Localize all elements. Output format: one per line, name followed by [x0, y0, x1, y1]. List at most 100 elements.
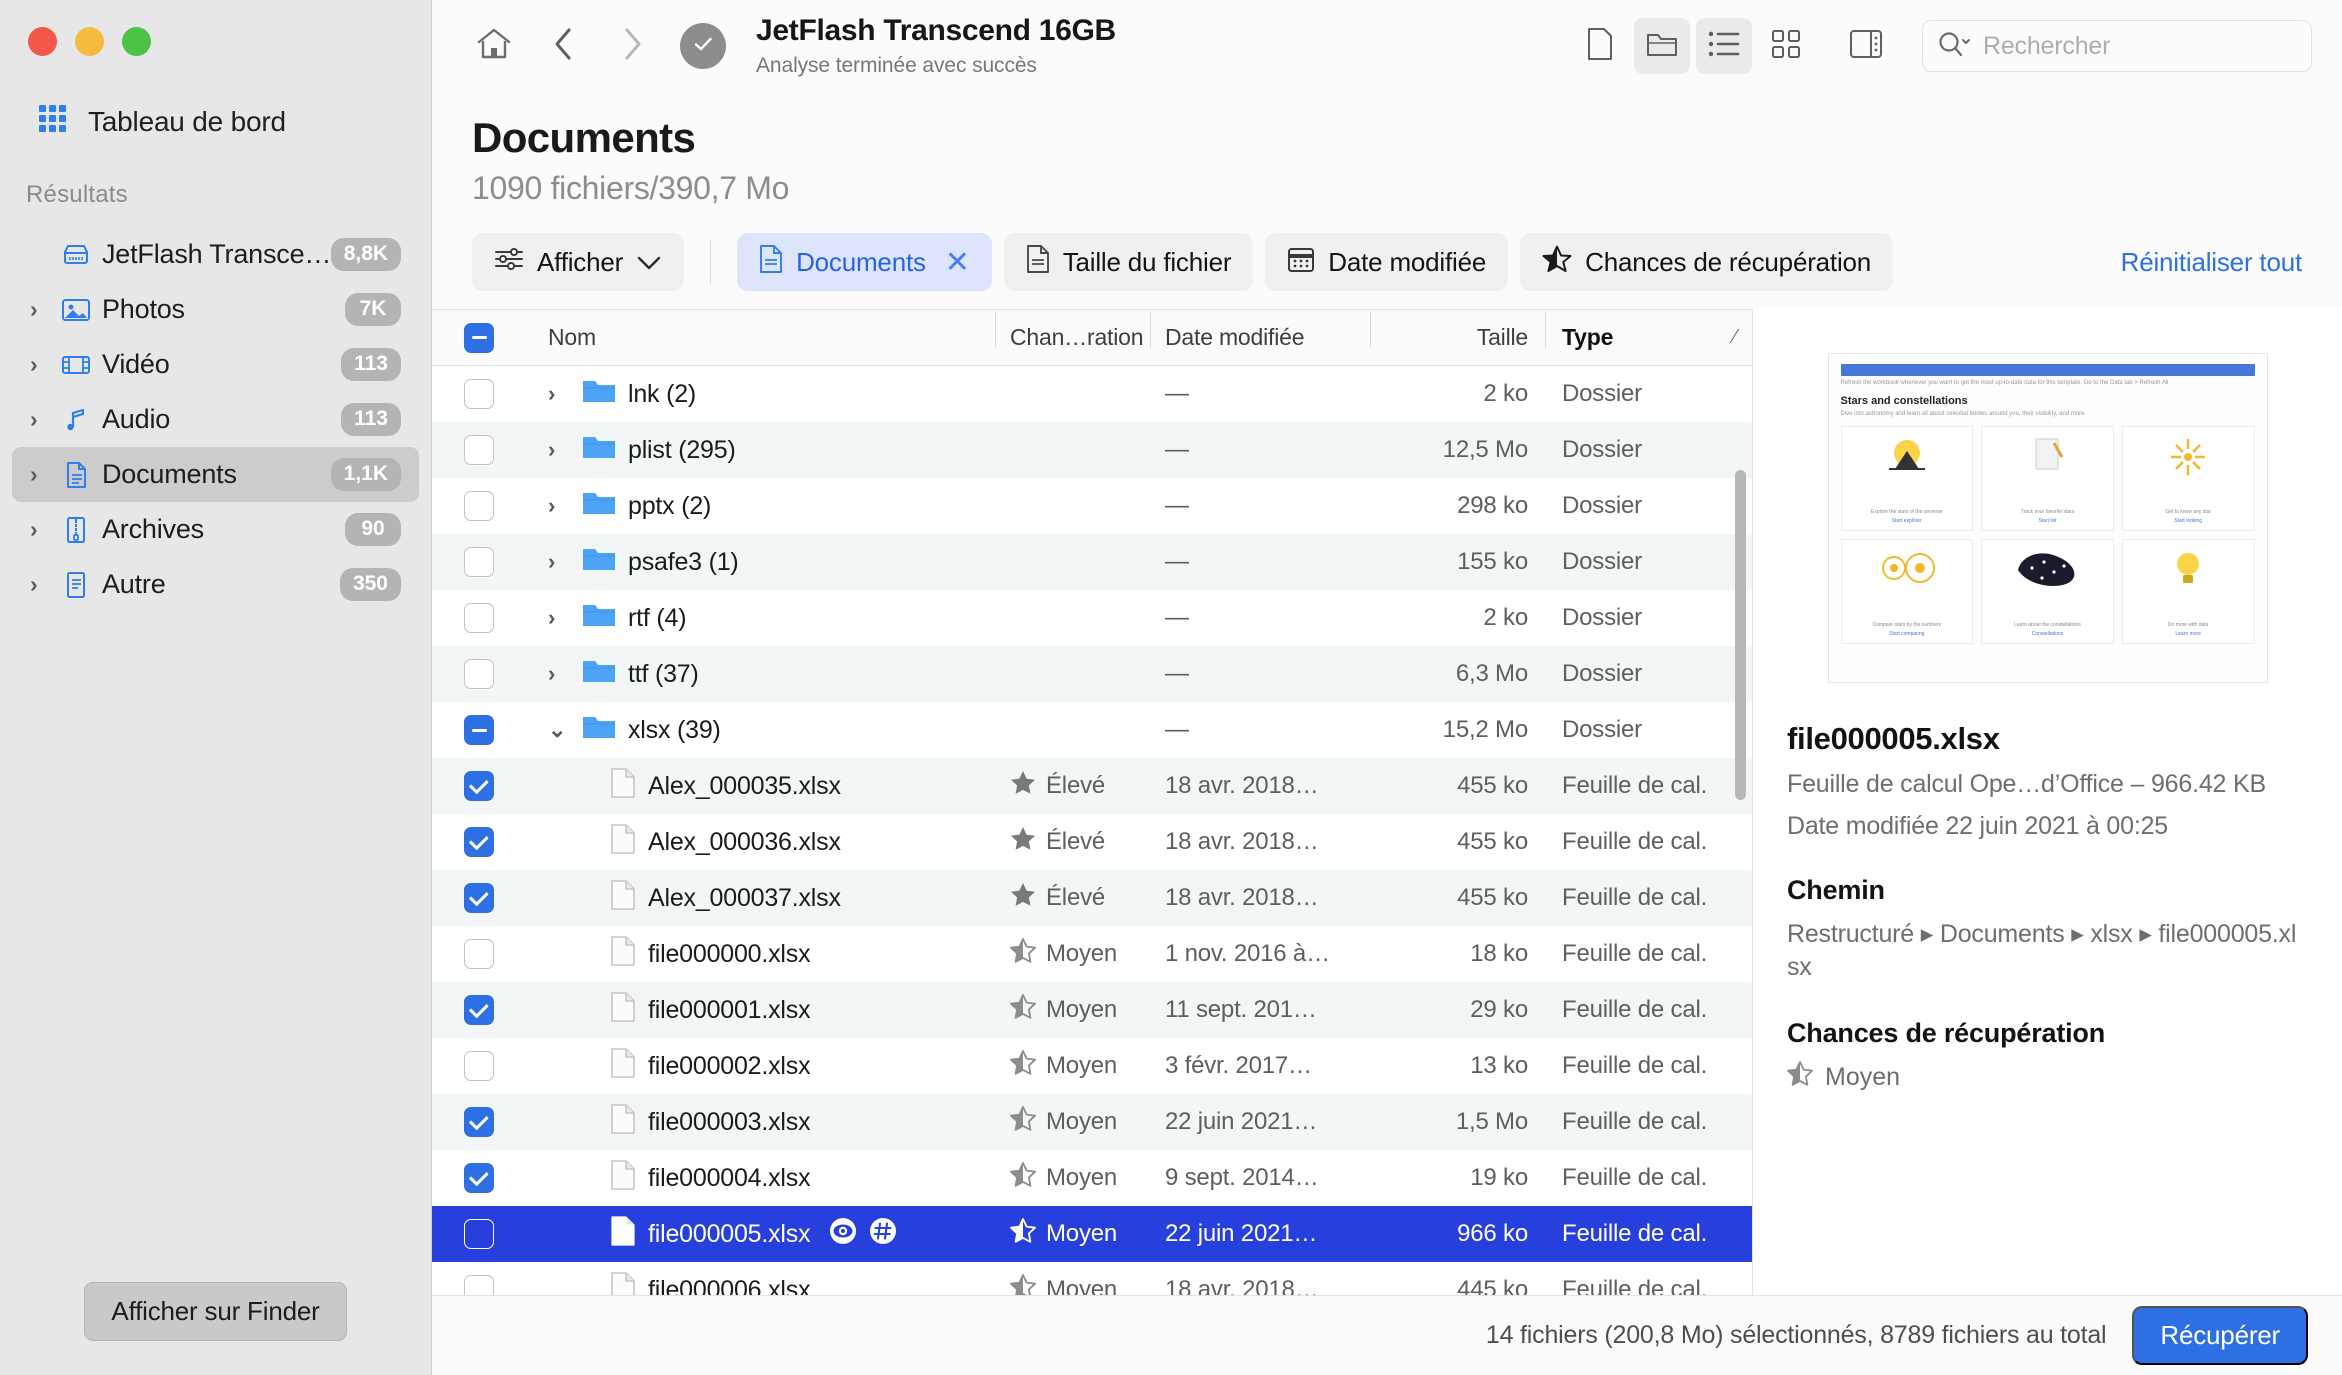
sidebar-item-autre[interactable]: › Autre 350 — [12, 557, 419, 612]
table-row[interactable]: Alex_000035.xlsx Élevé 18 avr. 2018… 455… — [432, 758, 1752, 814]
chevron-right-icon[interactable]: › — [548, 437, 582, 463]
row-checkbox[interactable] — [464, 603, 494, 633]
table-row[interactable]: › rtf (4) — 2 ko Dossier — [432, 590, 1752, 646]
chevron-right-icon[interactable]: › — [548, 661, 582, 687]
table-row[interactable]: file000000.xlsx Moyen 1 nov. 2016 à… 18 … — [432, 926, 1752, 982]
chevron-down-icon[interactable]: ⌄ — [548, 717, 582, 743]
row-checkbox-cell[interactable] — [432, 1107, 526, 1137]
preview-eye-icon[interactable] — [828, 1216, 858, 1253]
chevron-right-icon[interactable]: › — [548, 549, 582, 575]
column-header-type[interactable]: Type — [1545, 312, 1718, 351]
row-checkbox[interactable] — [464, 659, 494, 689]
table-row[interactable]: Alex_000037.xlsx Élevé 18 avr. 2018… 455… — [432, 870, 1752, 926]
row-checkbox-cell[interactable] — [432, 883, 526, 913]
sidebar-item-audio[interactable]: › Audio 113 — [12, 392, 419, 447]
filter-chip-recovery-chances[interactable]: Chances de récupération — [1520, 233, 1894, 291]
chevron-right-icon[interactable]: › — [30, 406, 56, 433]
chevron-right-icon[interactable]: › — [548, 605, 582, 631]
row-checkbox[interactable] — [464, 1107, 494, 1137]
close-window-button[interactable] — [28, 27, 57, 56]
row-checkbox-cell[interactable] — [432, 939, 526, 969]
hash-icon[interactable] — [868, 1216, 898, 1253]
reset-all-link[interactable]: Réinitialiser tout — [2121, 247, 2303, 278]
filter-chip-file-size[interactable]: Taille du fichier — [1003, 233, 1254, 291]
row-checkbox[interactable] — [464, 883, 494, 913]
table-row[interactable]: file000003.xlsx Moyen 22 juin 2021… 1,5 … — [432, 1094, 1752, 1150]
row-checkbox-cell[interactable] — [432, 547, 526, 577]
folder-view-button[interactable] — [1634, 18, 1690, 74]
recover-button[interactable]: Récupérer — [2132, 1306, 2308, 1365]
row-checkbox-cell[interactable] — [432, 995, 526, 1025]
sidebar-item-video[interactable]: › Vidéo 113 — [12, 337, 419, 392]
table-row[interactable]: ⌄ xlsx (39) — 15,2 Mo Dossier — [432, 702, 1752, 758]
chevron-right-icon[interactable]: › — [548, 381, 582, 407]
row-checkbox-cell[interactable] — [432, 1163, 526, 1193]
table-row[interactable]: › lnk (2) — 2 ko Dossier — [432, 366, 1752, 422]
chevron-right-icon[interactable]: › — [30, 351, 56, 378]
column-header-size[interactable]: Taille — [1370, 312, 1546, 351]
sidebar-item-photos[interactable]: › Photos 7K — [12, 282, 419, 337]
home-button[interactable] — [466, 18, 522, 74]
row-checkbox[interactable] — [464, 379, 494, 409]
sidebar-item-jetflash[interactable]: › JetFlash Transce… 8,8K — [12, 227, 419, 282]
close-icon[interactable]: ✕ — [945, 245, 970, 280]
row-checkbox-cell[interactable] — [432, 771, 526, 801]
grid-view-button[interactable] — [1758, 18, 1814, 74]
chevron-right-icon[interactable]: › — [30, 296, 56, 323]
row-checkbox-cell[interactable] — [432, 659, 526, 689]
row-checkbox-cell[interactable] — [432, 1219, 526, 1249]
row-checkbox[interactable] — [464, 491, 494, 521]
row-checkbox[interactable] — [464, 771, 494, 801]
table-row[interactable]: file000001.xlsx Moyen 11 sept. 201… 29 k… — [432, 982, 1752, 1038]
column-header-date[interactable]: Date modifiée — [1150, 312, 1371, 351]
minimize-window-button[interactable] — [75, 27, 104, 56]
row-checkbox[interactable] — [464, 939, 494, 969]
sidebar-item-dashboard[interactable]: Tableau de bord — [38, 104, 431, 139]
row-checkbox-cell[interactable] — [432, 435, 526, 465]
chevron-right-icon[interactable]: › — [30, 516, 56, 543]
row-checkbox[interactable] — [464, 1163, 494, 1193]
chevron-right-icon[interactable]: › — [548, 493, 582, 519]
row-checkbox-cell[interactable] — [432, 491, 526, 521]
row-checkbox-cell[interactable] — [432, 1051, 526, 1081]
row-checkbox[interactable] — [464, 715, 494, 745]
table-row[interactable]: file000004.xlsx Moyen 9 sept. 2014… 19 k… — [432, 1150, 1752, 1206]
row-checkbox-cell[interactable] — [432, 715, 526, 745]
row-checkbox-cell[interactable] — [432, 827, 526, 857]
afficher-dropdown[interactable]: Afficher — [472, 233, 685, 291]
zoom-window-button[interactable] — [122, 27, 151, 56]
sidebar-item-archives[interactable]: › Archives 90 — [12, 502, 419, 557]
scan-status-button[interactable] — [680, 23, 726, 69]
search-input[interactable]: Rechercher — [1922, 20, 2312, 72]
file-view-button[interactable] — [1572, 18, 1628, 74]
row-checkbox-cell[interactable] — [432, 379, 526, 409]
list-view-button[interactable] — [1696, 18, 1752, 74]
table-row[interactable]: › ttf (37) — 6,3 Mo Dossier — [432, 646, 1752, 702]
table-row[interactable]: › psafe3 (1) — 155 ko Dossier — [432, 534, 1752, 590]
table-row-selected[interactable]: file000005.xlsx Moyen 22 juin 2021… 966 … — [432, 1206, 1752, 1262]
row-checkbox[interactable] — [464, 827, 494, 857]
column-header-chance[interactable]: Chan…ration — [995, 312, 1151, 351]
row-checkbox[interactable] — [464, 995, 494, 1025]
row-checkbox[interactable] — [464, 435, 494, 465]
sidebar-toggle-button[interactable] — [1838, 18, 1894, 74]
sort-indicator-icon[interactable]: ⁄ — [1718, 326, 1752, 349]
forward-button[interactable] — [604, 18, 660, 74]
table-row[interactable]: › plist (295) — 12,5 Mo Dossier — [432, 422, 1752, 478]
sidebar-item-documents[interactable]: › Documents 1,1K — [12, 447, 419, 502]
column-header-name[interactable]: Nom — [526, 324, 996, 351]
row-checkbox-cell[interactable] — [432, 603, 526, 633]
table-row[interactable]: › pptx (2) — 298 ko Dossier — [432, 478, 1752, 534]
table-row[interactable]: Alex_000036.xlsx Élevé 18 avr. 2018… 455… — [432, 814, 1752, 870]
select-all-checkbox[interactable] — [432, 322, 526, 353]
vertical-scrollbar[interactable] — [1735, 470, 1746, 800]
row-checkbox[interactable] — [464, 1219, 494, 1249]
filter-chip-documents[interactable]: Documents ✕ — [737, 233, 992, 291]
show-in-finder-button[interactable]: Afficher sur Finder — [84, 1282, 347, 1341]
chevron-right-icon[interactable]: › — [30, 461, 56, 488]
chevron-right-icon[interactable]: › — [30, 571, 56, 598]
back-button[interactable] — [536, 18, 592, 74]
row-checkbox[interactable] — [464, 1051, 494, 1081]
row-checkbox[interactable] — [464, 547, 494, 577]
filter-chip-date-modified[interactable]: Date modifiée — [1265, 233, 1509, 291]
